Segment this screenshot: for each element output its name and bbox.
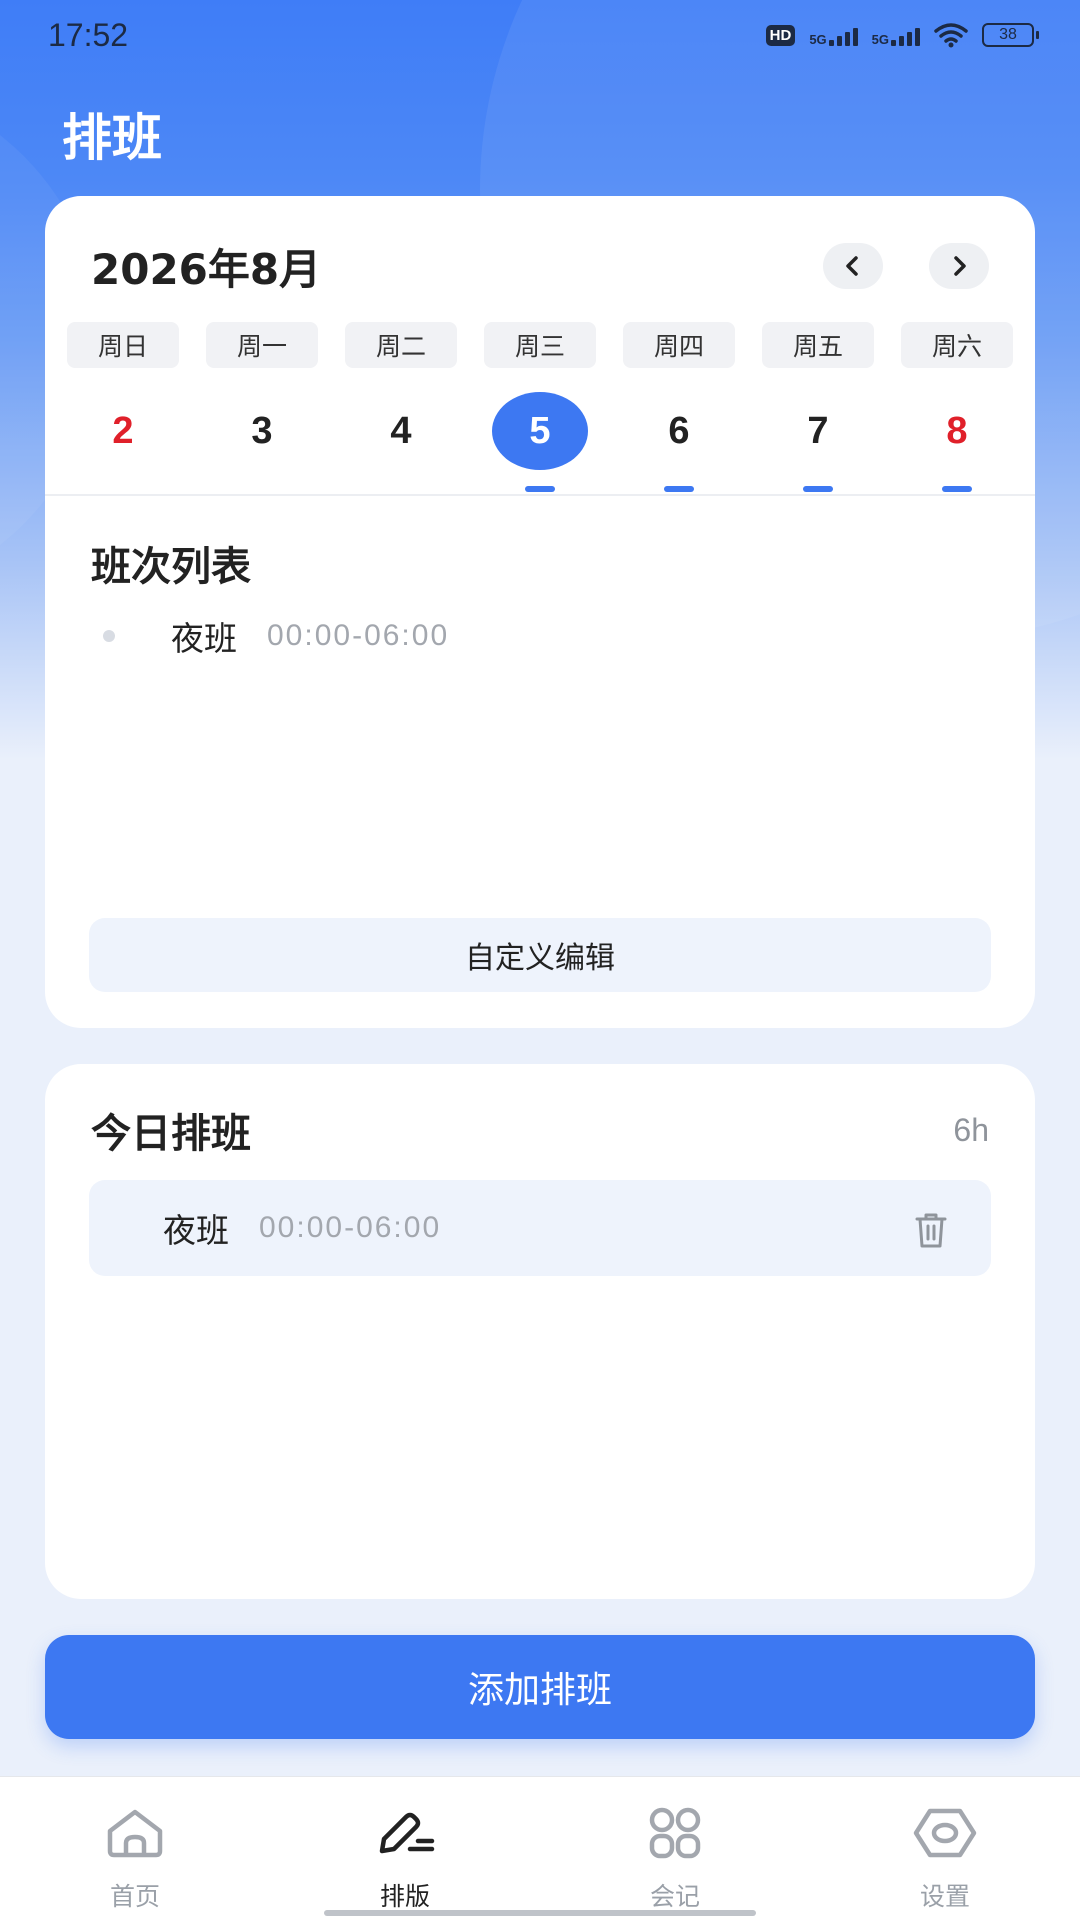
shift-name: 夜班: [171, 619, 237, 658]
status-icons: HD 5G 5G 38: [765, 22, 1039, 48]
shift-indicator: [942, 486, 972, 492]
date-cell[interactable]: 4: [345, 392, 457, 492]
shift-list-item[interactable]: 夜班 00:00-06:00: [91, 606, 989, 666]
tab-label: 会记: [649, 1882, 700, 1911]
prev-month-button[interactable]: [823, 243, 883, 289]
date-cell[interactable]: 3: [206, 392, 318, 492]
bottom-tab-bar: 首页 排版 会记 设置: [0, 1776, 1080, 1920]
grid-icon: [649, 1807, 701, 1859]
next-month-button[interactable]: [929, 243, 989, 289]
shift-list-title: 班次列表: [91, 544, 251, 590]
weekday-label: 周四: [623, 322, 735, 368]
weekday-label: 周五: [762, 322, 874, 368]
calendar-card: 2026年8月 周日 周一 周二 周三 周四 周五 周六 2 3 4 5 6 7…: [45, 196, 1035, 1028]
edit-pen-icon: [379, 1812, 435, 1854]
tab-label: 首页: [109, 1882, 160, 1911]
chevron-right-icon: [954, 256, 966, 276]
date-number: 5: [492, 392, 588, 470]
month-row: 2026年8月: [91, 236, 989, 296]
date-number: 4: [390, 409, 412, 452]
tab-label: 排版: [379, 1882, 430, 1911]
divider: [45, 494, 1035, 496]
cellular-signal-icon: 5G: [872, 24, 920, 46]
date-number: 6: [668, 409, 690, 452]
today-title: 今日排班: [91, 1111, 251, 1157]
battery-icon: 38: [982, 23, 1039, 47]
status-bar: 17:52 HD 5G 5G 38: [0, 0, 1080, 70]
cellular-signal-icon: 5G: [809, 24, 858, 46]
shift-indicator: [664, 486, 694, 492]
shift-name: 夜班: [163, 1211, 229, 1250]
tab-home[interactable]: 首页: [0, 1777, 270, 1920]
trash-icon[interactable]: [909, 1208, 953, 1252]
wifi-icon: [934, 23, 968, 48]
date-cell[interactable]: 2: [67, 392, 179, 492]
home-indicator: [324, 1910, 756, 1916]
weekday-label: 周六: [901, 322, 1013, 368]
tab-schedule[interactable]: 排版: [270, 1777, 540, 1920]
date-cell[interactable]: 6: [623, 392, 735, 492]
settings-icon: [913, 1808, 977, 1858]
tab-label: 设置: [919, 1882, 970, 1911]
weekday-label: 周三: [484, 322, 596, 368]
weekday-row: 周日 周一 周二 周三 周四 周五 周六: [67, 322, 1013, 368]
date-number: 3: [251, 409, 273, 452]
total-hours: 6h: [953, 1111, 989, 1148]
today-header: 今日排班 6h: [91, 1100, 989, 1160]
today-shift-item[interactable]: 夜班 00:00-06:00: [89, 1180, 991, 1276]
today-schedule-card: 今日排班 6h 夜班 00:00-06:00: [45, 1064, 1035, 1599]
date-number: 2: [112, 409, 134, 452]
home-icon: [107, 1809, 163, 1858]
shift-time: 00:00-06:00: [259, 1211, 442, 1244]
tab-accounting[interactable]: 会记: [540, 1777, 810, 1920]
date-cell[interactable]: 8: [901, 392, 1013, 492]
shift-time: 00:00-06:00: [267, 619, 450, 652]
status-time: 17:52: [48, 16, 129, 53]
add-schedule-button[interactable]: 添加排班: [45, 1635, 1035, 1739]
weekday-label: 周日: [67, 322, 179, 368]
page-title: 排班: [62, 109, 162, 167]
date-cell[interactable]: 5: [484, 392, 596, 492]
chevron-left-icon: [846, 256, 858, 276]
month-title: 2026年8月: [91, 244, 322, 294]
weekday-label: 周二: [345, 322, 457, 368]
shift-indicator: [525, 486, 555, 492]
month-nav: [823, 243, 989, 289]
shift-indicator: [803, 486, 833, 492]
date-number: 7: [807, 409, 829, 452]
bullet-dot: [103, 630, 115, 642]
tab-settings[interactable]: 设置: [810, 1777, 1080, 1920]
date-row: 2 3 4 5 6 7 8: [67, 392, 1013, 492]
date-number: 8: [946, 409, 968, 452]
date-cell[interactable]: 7: [762, 392, 874, 492]
custom-edit-button[interactable]: 自定义编辑: [89, 918, 991, 992]
weekday-label: 周一: [206, 322, 318, 368]
hd-icon: HD: [765, 24, 796, 46]
